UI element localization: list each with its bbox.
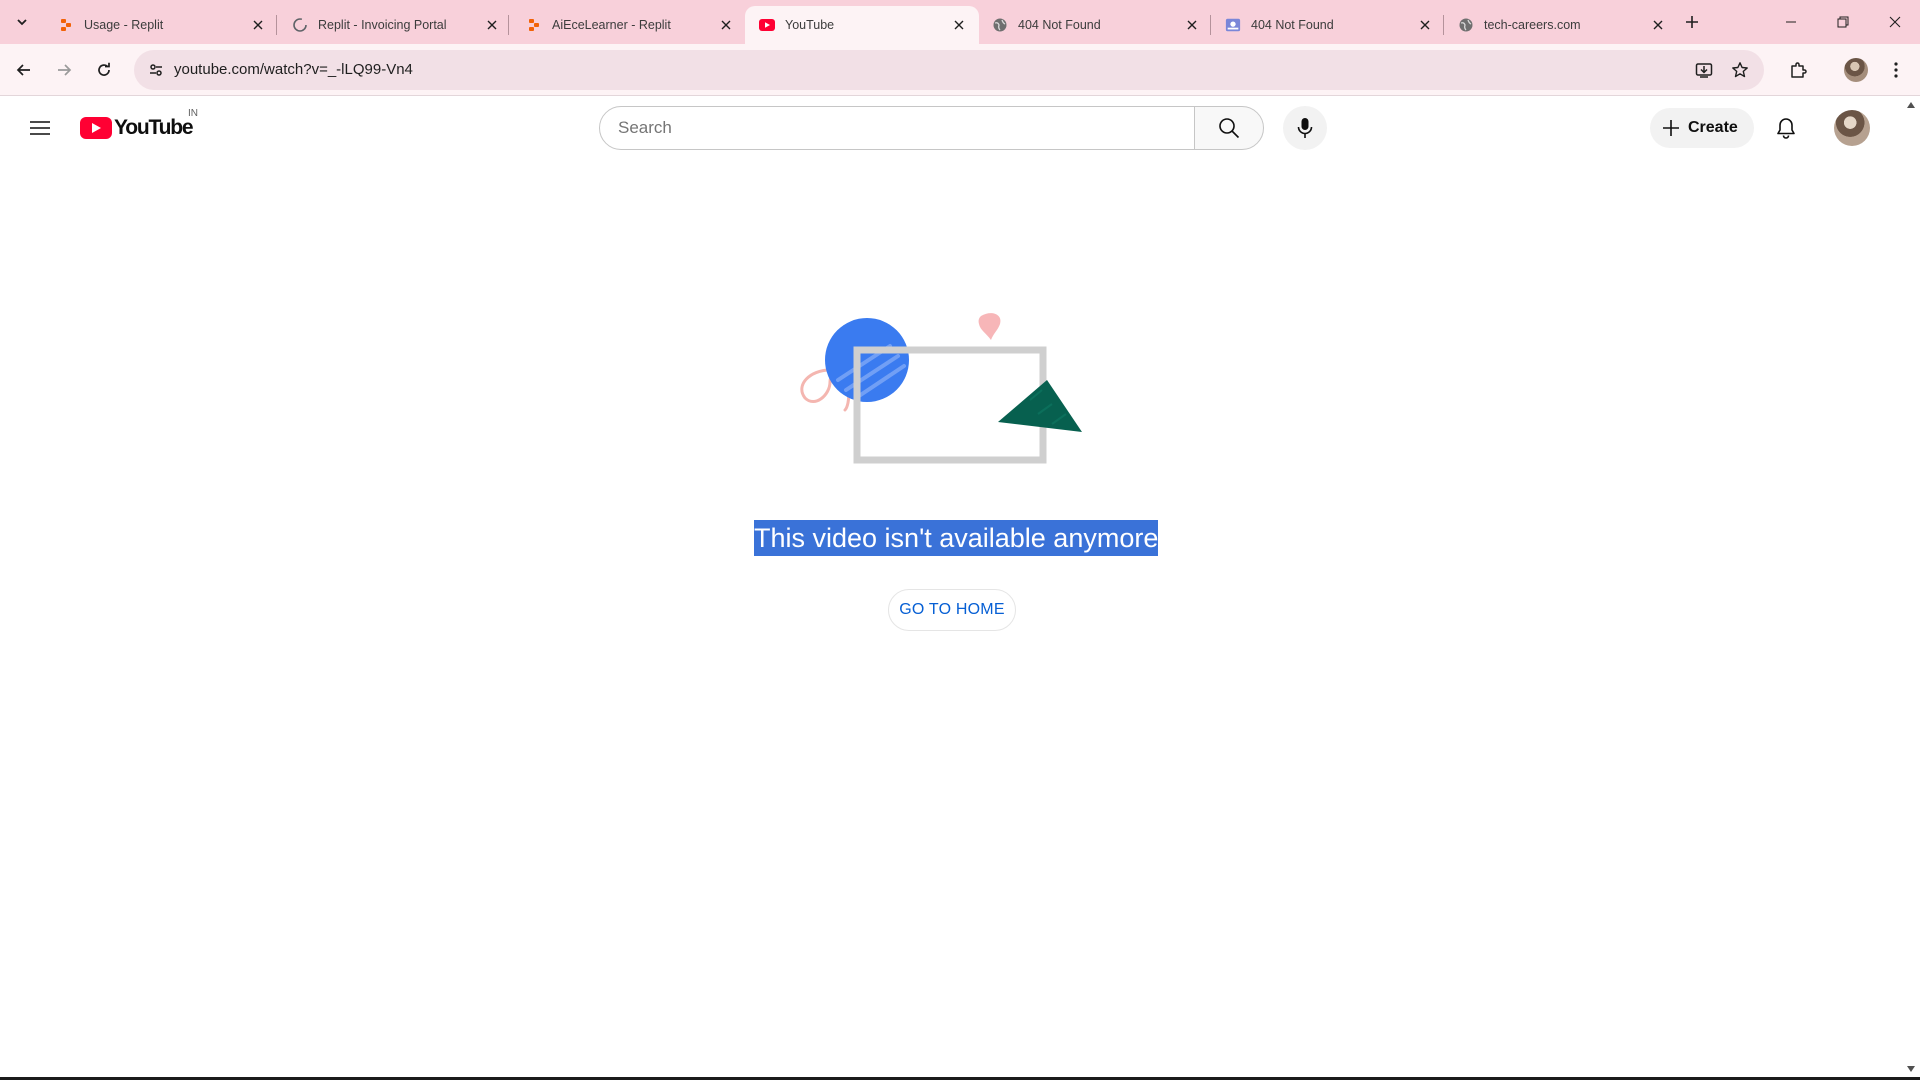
close-tab-icon[interactable] [1415,15,1435,35]
tab-title: YouTube [785,18,835,32]
new-tab-button[interactable] [1680,10,1704,34]
error-illustration [800,313,1082,464]
arrow-right-icon [58,64,72,76]
triangle-down-icon [1907,1066,1915,1072]
tab-title: tech-careers.com [1484,18,1581,32]
tab-invoicing-portal[interactable]: Replit - Invoicing Portal [278,6,512,44]
close-tab-icon[interactable] [482,15,502,35]
minimize-icon [1786,21,1796,23]
voice-search-button[interactable] [1283,106,1327,150]
extensions-button[interactable] [1782,54,1814,86]
page-icon [1225,17,1241,33]
tune-icon [150,64,162,76]
scroll-down-arrow[interactable] [1904,1062,1918,1076]
globe-icon [992,17,1008,33]
green-triangle-shape [998,380,1082,432]
install-icon [1695,63,1713,78]
scroll-up-arrow[interactable] [1904,98,1918,112]
profile-button[interactable] [1840,54,1872,86]
close-tab-icon[interactable] [1648,15,1668,35]
close-tab-icon[interactable] [949,15,969,35]
tab-title: Replit - Invoicing Portal [318,18,447,32]
logo-wordmark: YouTube [114,116,194,139]
restore-icon [1837,16,1849,28]
tab-youtube[interactable]: YouTube [745,6,979,44]
plus-icon [1662,119,1680,137]
tab-search-button[interactable] [8,8,36,36]
replit-icon [526,17,542,33]
puzzle-icon [1791,62,1807,78]
tab-tech-careers[interactable]: tech-careers.com [1444,6,1678,44]
more-vert-icon [1894,62,1898,78]
close-window-button[interactable] [1872,0,1918,44]
hamburger-menu-icon [30,121,50,135]
close-tab-icon[interactable] [1182,15,1202,35]
search-button[interactable] [1194,106,1264,150]
site-info-button[interactable] [142,56,170,84]
error-message: This video isn't available anymore [754,520,1159,556]
pink-drop-shape [978,313,1001,340]
tab-title: Usage - Replit [84,18,164,32]
create-label: Create [1688,119,1738,136]
tab-aiecelearner-replit[interactable]: AiEceLearner - Replit [512,6,746,44]
loading-spinner-icon [292,17,308,33]
arrow-left-icon [16,64,30,76]
minimize-button[interactable] [1768,0,1814,44]
close-tab-icon[interactable] [248,15,268,35]
bell-icon [1777,118,1795,139]
forward-button[interactable] [48,54,80,86]
tab-separator [508,15,509,35]
microphone-icon [1297,118,1313,138]
country-code: IN [188,108,198,119]
avatar [1844,58,1868,82]
notifications-button[interactable] [1766,108,1806,148]
guide-menu-button[interactable] [20,108,60,148]
close-icon [1889,16,1901,28]
browser-toolbar: youtube.com/watch?v=_-lLQ99-Vn4 [0,44,1920,96]
restore-button[interactable] [1820,0,1866,44]
star-icon [1732,62,1748,78]
go-to-home-button[interactable]: GO TO HOME [888,589,1016,631]
tab-title: 404 Not Found [1018,18,1101,32]
browser-menu-button[interactable] [1880,54,1912,86]
create-button[interactable]: Create [1650,108,1754,148]
bookmark-button[interactable] [1726,56,1754,84]
search-input[interactable] [599,106,1195,150]
triangle-up-icon [1907,102,1915,108]
globe-icon [1458,17,1474,33]
youtube-logo[interactable]: YouTube IN [80,108,198,140]
tab-title: AiEceLearner - Replit [552,18,671,32]
search-icon [1219,118,1240,139]
tab-usage-replit[interactable]: Usage - Replit [44,6,278,44]
reload-icon [98,62,110,76]
account-avatar[interactable] [1834,110,1870,146]
chevron-down-icon [17,19,27,26]
reload-button[interactable] [88,54,120,86]
install-app-button[interactable] [1690,56,1718,84]
back-button[interactable] [8,54,40,86]
close-tab-icon[interactable] [716,15,736,35]
plus-icon [1686,16,1698,28]
address-bar[interactable]: youtube.com/watch?v=_-lLQ99-Vn4 [134,50,1764,90]
tab-404-not-found[interactable]: 404 Not Found [978,6,1212,44]
tab-separator [276,15,277,35]
youtube-masthead: YouTube IN Create [0,96,1920,160]
youtube-icon [759,17,775,33]
browser-tab-strip: Usage - Replit Replit - Invoicing Portal… [0,0,1920,44]
youtube-play-icon [80,117,112,139]
address-url[interactable]: youtube.com/watch?v=_-lLQ99-Vn4 [174,61,413,78]
tab-404-not-found-2[interactable]: 404 Not Found [1211,6,1445,44]
tab-title: 404 Not Found [1251,18,1334,32]
replit-icon [58,17,74,33]
